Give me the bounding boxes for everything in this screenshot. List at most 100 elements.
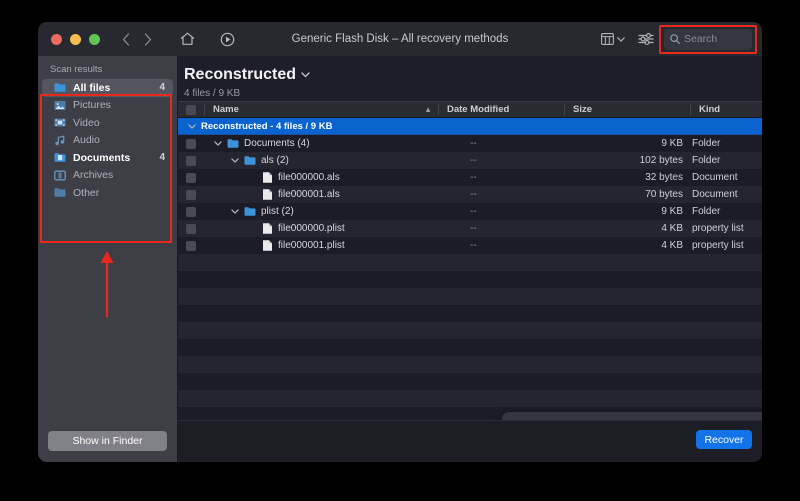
row-name-cell: als (2): [204, 154, 438, 167]
view-mode-button[interactable]: [598, 33, 628, 45]
page-title-text: Reconstructed: [184, 66, 297, 83]
sidebar-item-label: Archives: [73, 169, 114, 182]
row-checkbox[interactable]: [178, 172, 204, 183]
row-checkbox[interactable]: [178, 240, 204, 251]
sidebar-item-label: Documents: [73, 151, 131, 164]
table-group-row[interactable]: Reconstructed - 4 files / 9 KB: [178, 118, 762, 135]
chevron-down-icon[interactable]: [301, 72, 310, 78]
sidebar-item-count: 4: [159, 82, 165, 94]
row-name-cell: file000001.plist: [204, 239, 438, 252]
folder-blue-icon: [54, 82, 66, 94]
chevron-down-icon: [617, 36, 625, 42]
row-kind: Folder: [692, 206, 721, 217]
file-table[interactable]: Reconstructed - 4 files / 9 KB Documents …: [178, 118, 762, 462]
column-headers: Name ▲ Date Modified Size Kind: [178, 101, 762, 118]
row-name-cell: Documents (4): [204, 137, 438, 150]
sidebar-item-pictures[interactable]: Pictures: [42, 97, 173, 115]
sidebar-item-list: All files 4 Pictures Video Audio Documents 4 Ar…: [38, 79, 177, 202]
sidebar-item-other[interactable]: Other: [42, 184, 173, 202]
row-date: --: [470, 240, 477, 251]
column-view-icon: [601, 33, 614, 45]
row-checkbox[interactable]: [178, 189, 204, 200]
zoom-window-button[interactable]: [89, 33, 100, 45]
folder-blue-icon: [227, 137, 239, 150]
table-row[interactable]: als (2) -- 102 bytes Folder: [178, 152, 762, 169]
table-row[interactable]: Documents (4) -- 9 KB Folder: [178, 135, 762, 152]
row-name: Documents (4): [244, 138, 310, 149]
select-all-checkbox[interactable]: [186, 104, 196, 115]
table-empty-row: [178, 356, 762, 373]
row-date: --: [470, 189, 477, 200]
chevron-down-icon[interactable]: [214, 141, 227, 146]
row-size: 4 KB: [661, 223, 683, 234]
document-icon: [261, 188, 273, 201]
other-folder-icon: [54, 187, 66, 199]
row-date: --: [470, 155, 477, 166]
folder-blue-icon: [244, 205, 256, 218]
row-name: file000001.als: [278, 189, 340, 200]
column-header-size[interactable]: Size: [564, 104, 690, 115]
folder-blue-icon: [244, 154, 256, 167]
sidebar-item-label: Other: [73, 186, 100, 199]
table-row[interactable]: file000001.als -- 70 bytes Document: [178, 186, 762, 203]
table-empty-row: [178, 305, 762, 322]
table-row[interactable]: file000000.plist -- 4 KB property list: [178, 220, 762, 237]
filter-settings-button[interactable]: [638, 32, 654, 46]
back-button[interactable]: [116, 28, 136, 50]
sidebar-item-label: Audio: [73, 134, 100, 147]
table-empty-row: [178, 339, 762, 356]
table-empty-row: [178, 322, 762, 339]
column-header-name[interactable]: Name ▲: [204, 104, 438, 115]
show-in-finder-button[interactable]: Show in Finder: [48, 431, 167, 451]
column-header-kind[interactable]: Kind: [690, 104, 762, 115]
home-icon[interactable]: [174, 27, 200, 51]
sidebar-item-archives[interactable]: Archives: [42, 167, 173, 185]
column-header-checkbox[interactable]: [178, 104, 204, 115]
row-name: file000000.als: [278, 172, 340, 183]
table-row[interactable]: plist (2) -- 9 KB Folder: [178, 203, 762, 220]
titlebar-right-controls: [598, 22, 757, 56]
document-icon: [261, 239, 273, 252]
row-date: --: [470, 172, 477, 183]
column-header-name-label: Name: [213, 104, 239, 115]
search-field[interactable]: [664, 28, 752, 50]
row-name-cell: plist (2): [204, 205, 438, 218]
row-checkbox[interactable]: [178, 206, 204, 217]
table-row[interactable]: file000000.als -- 32 bytes Document: [178, 169, 762, 186]
column-header-date[interactable]: Date Modified: [438, 104, 564, 115]
table-row[interactable]: file000001.plist -- 4 KB property list: [178, 237, 762, 254]
row-checkbox[interactable]: [178, 223, 204, 234]
row-size: 9 KB: [661, 206, 683, 217]
search-input[interactable]: [684, 33, 746, 45]
bottom-bar: Recover: [178, 420, 762, 462]
archive-icon: [54, 169, 66, 181]
page-title[interactable]: Reconstructed: [184, 66, 762, 84]
forward-button[interactable]: [138, 28, 158, 50]
traffic-lights: [51, 33, 100, 45]
row-kind: Folder: [692, 155, 721, 166]
eject-disk-icon[interactable]: [214, 27, 240, 51]
minimize-window-button[interactable]: [70, 33, 81, 45]
row-checkbox[interactable]: [178, 138, 204, 149]
table-group-label: Reconstructed - 4 files / 9 KB: [201, 120, 333, 132]
row-size: 70 bytes: [645, 189, 683, 200]
table-empty-row: [178, 271, 762, 288]
search-icon: [670, 34, 680, 44]
sidebar-item-all-files[interactable]: All files 4: [42, 79, 173, 97]
search-container: [659, 24, 757, 54]
row-date: --: [470, 138, 477, 149]
row-kind: Document: [692, 172, 738, 183]
chevron-down-icon[interactable]: [231, 209, 244, 214]
recover-button[interactable]: Recover: [696, 430, 752, 449]
row-checkbox[interactable]: [178, 155, 204, 166]
chevron-down-icon[interactable]: [231, 158, 244, 163]
close-window-button[interactable]: [51, 33, 62, 45]
sidebar-item-documents[interactable]: Documents 4: [42, 149, 173, 167]
row-size: 4 KB: [661, 240, 683, 251]
table-empty-row: [178, 390, 762, 407]
sidebar-item-audio[interactable]: Audio: [42, 132, 173, 150]
sidebar-item-video[interactable]: Video: [42, 114, 173, 132]
row-date: --: [470, 206, 477, 217]
chevron-down-icon[interactable]: [188, 123, 201, 129]
row-date: --: [470, 223, 477, 234]
